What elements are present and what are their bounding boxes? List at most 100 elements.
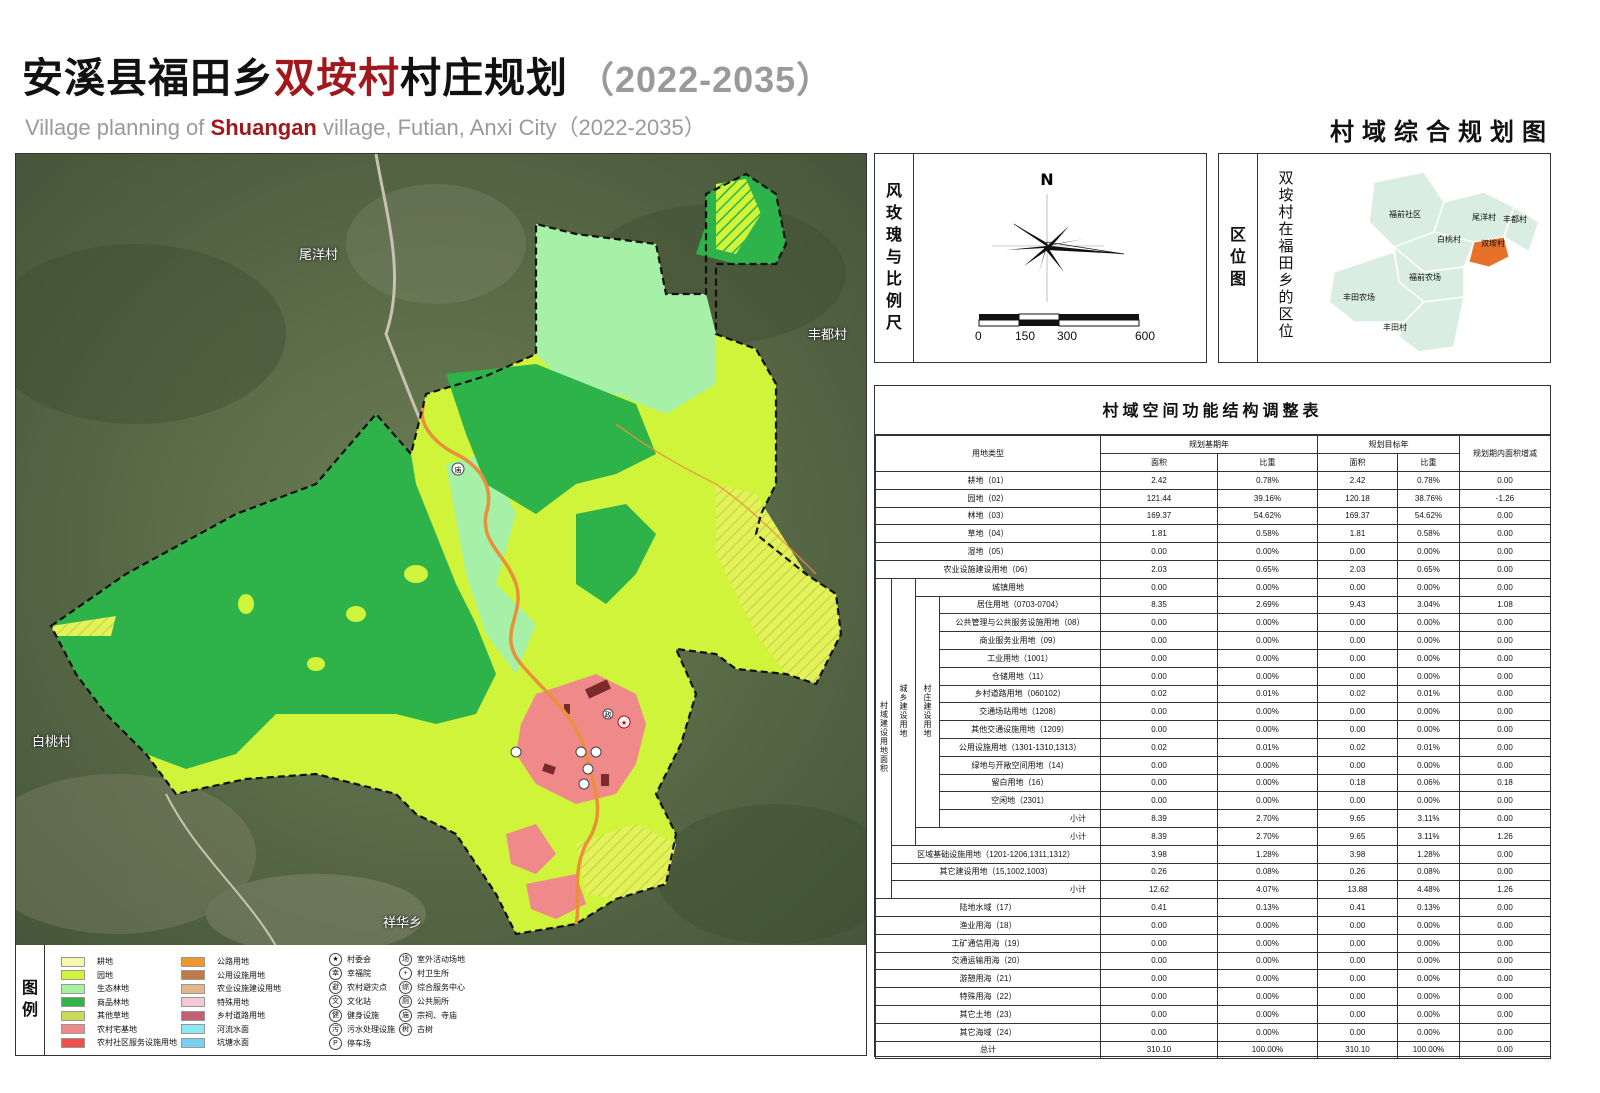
planning-map[interactable]: 庙 ★ 政 尾洋村 丰都村 白桃村 祥华乡 — [15, 153, 867, 947]
loc-fengdu: 丰都村 — [1503, 215, 1527, 224]
row-name: 居住用地（0703-0704） — [939, 595, 1101, 615]
title-prefix: 安溪县福田乡 — [22, 55, 274, 101]
cell-a2: 0.02 — [1317, 684, 1398, 704]
legend-item: 公路用地 — [181, 956, 249, 967]
loc-fengtian-farm: 丰田农场 — [1343, 293, 1375, 302]
north-arrow-label: N — [1040, 170, 1053, 189]
row-name: 工业用地（1001） — [939, 648, 1101, 668]
scale-tick-300: 300 — [1057, 329, 1078, 343]
cell-r2: 0.00% — [1397, 1004, 1460, 1024]
header-target-year: 规划目标年 — [1317, 435, 1460, 454]
legend-icon-item: 综综合服务中心 — [399, 981, 465, 994]
table-row: 商业服务业用地（09） 0.00 0.00% 0.00 0.00% 0.00 — [876, 631, 1551, 650]
cell-r2: 0.00% — [1397, 987, 1460, 1006]
title-years: （2022-2035） — [578, 59, 834, 100]
table-row: 小计 12.62 4.07% 13.88 4.48% 1.26 — [876, 880, 1551, 900]
temple-icon: 庙 — [399, 1009, 412, 1022]
cell-a1: 0.02 — [1100, 684, 1218, 704]
clinic-icon — [578, 778, 590, 790]
cell-d: 0.00 — [1459, 1004, 1551, 1024]
cell-a2: 0.00 — [1317, 720, 1398, 739]
cell-r2: 38.76% — [1397, 488, 1460, 508]
cell-r1: 0.08% — [1217, 862, 1318, 882]
legend-item-label: 农村社区服务设施用地 — [97, 1038, 177, 1047]
row-name: 园地（02） — [875, 488, 1101, 508]
fitness-icon — [582, 763, 594, 775]
cell-r2: 54.62% — [1397, 506, 1460, 526]
row-name: 城镇用地 — [915, 577, 1101, 597]
cell-r1: 0.58% — [1217, 524, 1318, 544]
cell-r2: 0.00% — [1397, 755, 1460, 775]
cell-r2: 0.13% — [1397, 898, 1460, 917]
cell-r1: 39.16% — [1217, 488, 1318, 508]
row-name: 乡村道路用地（060102） — [939, 684, 1101, 704]
legend-icon-label: 室外活动场地 — [417, 955, 465, 964]
cell-r2: 4.48% — [1397, 880, 1460, 900]
row-name: 小计 — [915, 826, 1101, 846]
row-name: 陆地水域（17） — [875, 898, 1101, 917]
cell-d: 0.00 — [1459, 969, 1551, 989]
legend-label: 图 例 — [16, 945, 45, 1055]
legend-swatch — [181, 956, 205, 967]
cell-a2: 0.00 — [1317, 666, 1398, 686]
legend-icon-label: 公共厕所 — [417, 997, 449, 1006]
row-name: 留白用地（16） — [939, 773, 1101, 793]
group-village: 村庄建设用地 — [915, 595, 940, 828]
table-row: 特殊用海（22） 0.00 0.00% 0.00 0.00% 0.00 — [875, 987, 1551, 1006]
cell-d: 0.00 — [1459, 1040, 1551, 1060]
location-description: 双垵村在福田乡的区位 — [1278, 170, 1294, 340]
row-name: 公用设施用地（1301-1310,1313） — [939, 737, 1101, 757]
scale-tick-600: 600 — [1135, 329, 1156, 343]
legend-icon-item: 文文化站 — [329, 995, 371, 1008]
culture-station-icon: 文 — [329, 995, 342, 1008]
table-row: 草地（04） 1.81 0.58% 1.81 0.58% 0.00 — [875, 524, 1551, 544]
cell-d: 1.08 — [1459, 595, 1551, 615]
cell-a1: 0.00 — [1100, 915, 1218, 935]
cell-d: 0.00 — [1459, 720, 1551, 739]
legend-icon-label: 停车场 — [347, 1039, 371, 1048]
location-panel: 区位图 双垵村在福田乡的区位 福前社区 尾洋村 丰都村 白桃村 双垵村 福前农场… — [1218, 153, 1551, 363]
cell-a1: 2.03 — [1100, 559, 1218, 579]
cell-r2: 3.11% — [1397, 826, 1460, 846]
legend-icon-label: 文化站 — [347, 997, 371, 1006]
legend-item-label: 农村宅基地 — [97, 1024, 137, 1034]
toilet-icon: 厕 — [399, 995, 412, 1008]
cell-r2: 100.00% — [1397, 1040, 1460, 1060]
cell-a1: 8.39 — [1100, 809, 1218, 828]
cell-a1: 0.00 — [1100, 1004, 1218, 1024]
cell-r2: 0.00% — [1397, 666, 1460, 686]
table-body: 耕地（01） 2.42 0.78% 2.42 0.78% 0.00 园地（02） 121.44… — [875, 471, 1551, 1060]
table-row: 总计 310.10 100.00% 310.10 100.00% 0.00 — [875, 1040, 1551, 1060]
legend-icon-label: 幸福院 — [347, 969, 371, 978]
cell-d: 0.00 — [1459, 631, 1551, 650]
cell-d: 0.00 — [1459, 862, 1551, 882]
cell-d: 0.00 — [1459, 684, 1551, 704]
cell-r2: 3.11% — [1397, 809, 1460, 828]
cell-r1: 0.00% — [1217, 915, 1318, 935]
cell-a2: 0.00 — [1317, 951, 1398, 971]
loc-fuqian-farm: 福前农场 — [1409, 273, 1441, 282]
cell-r1: 4.07% — [1217, 880, 1318, 900]
service-center-icon: 综 — [399, 981, 412, 994]
cell-r1: 2.70% — [1217, 826, 1318, 846]
cell-r2: 0.00% — [1397, 702, 1460, 722]
place-fengdu-village: 丰都村 — [808, 327, 848, 342]
legend-icon-label: 宗祠、寺庙 — [417, 1011, 457, 1020]
cell-r2: 0.00% — [1397, 791, 1460, 811]
row-name: 交通场站用地（1208） — [939, 702, 1101, 722]
row-name: 区域基础设施用地（1201-1206,1311,1312） — [891, 844, 1101, 864]
cell-r2: 0.00% — [1397, 577, 1460, 597]
cell-d: 0.00 — [1459, 791, 1551, 811]
row-name: 农业设施建设用地（06） — [875, 559, 1101, 579]
legend-icon-item: P 停车场 — [329, 1037, 371, 1050]
cell-r2: 0.58% — [1397, 524, 1460, 544]
legend-item: 特殊用地 — [181, 997, 249, 1008]
cell-a2: 120.18 — [1317, 488, 1398, 508]
cell-d: 0.00 — [1459, 933, 1551, 953]
cell-r1: 0.00% — [1217, 987, 1318, 1006]
cell-a2: 0.02 — [1317, 737, 1398, 757]
group-urban-rural: 城乡建设用地 — [891, 577, 916, 846]
cell-r1: 0.00% — [1217, 791, 1318, 811]
row-name: 小计 — [939, 809, 1101, 828]
cell-r1: 0.00% — [1217, 613, 1318, 633]
